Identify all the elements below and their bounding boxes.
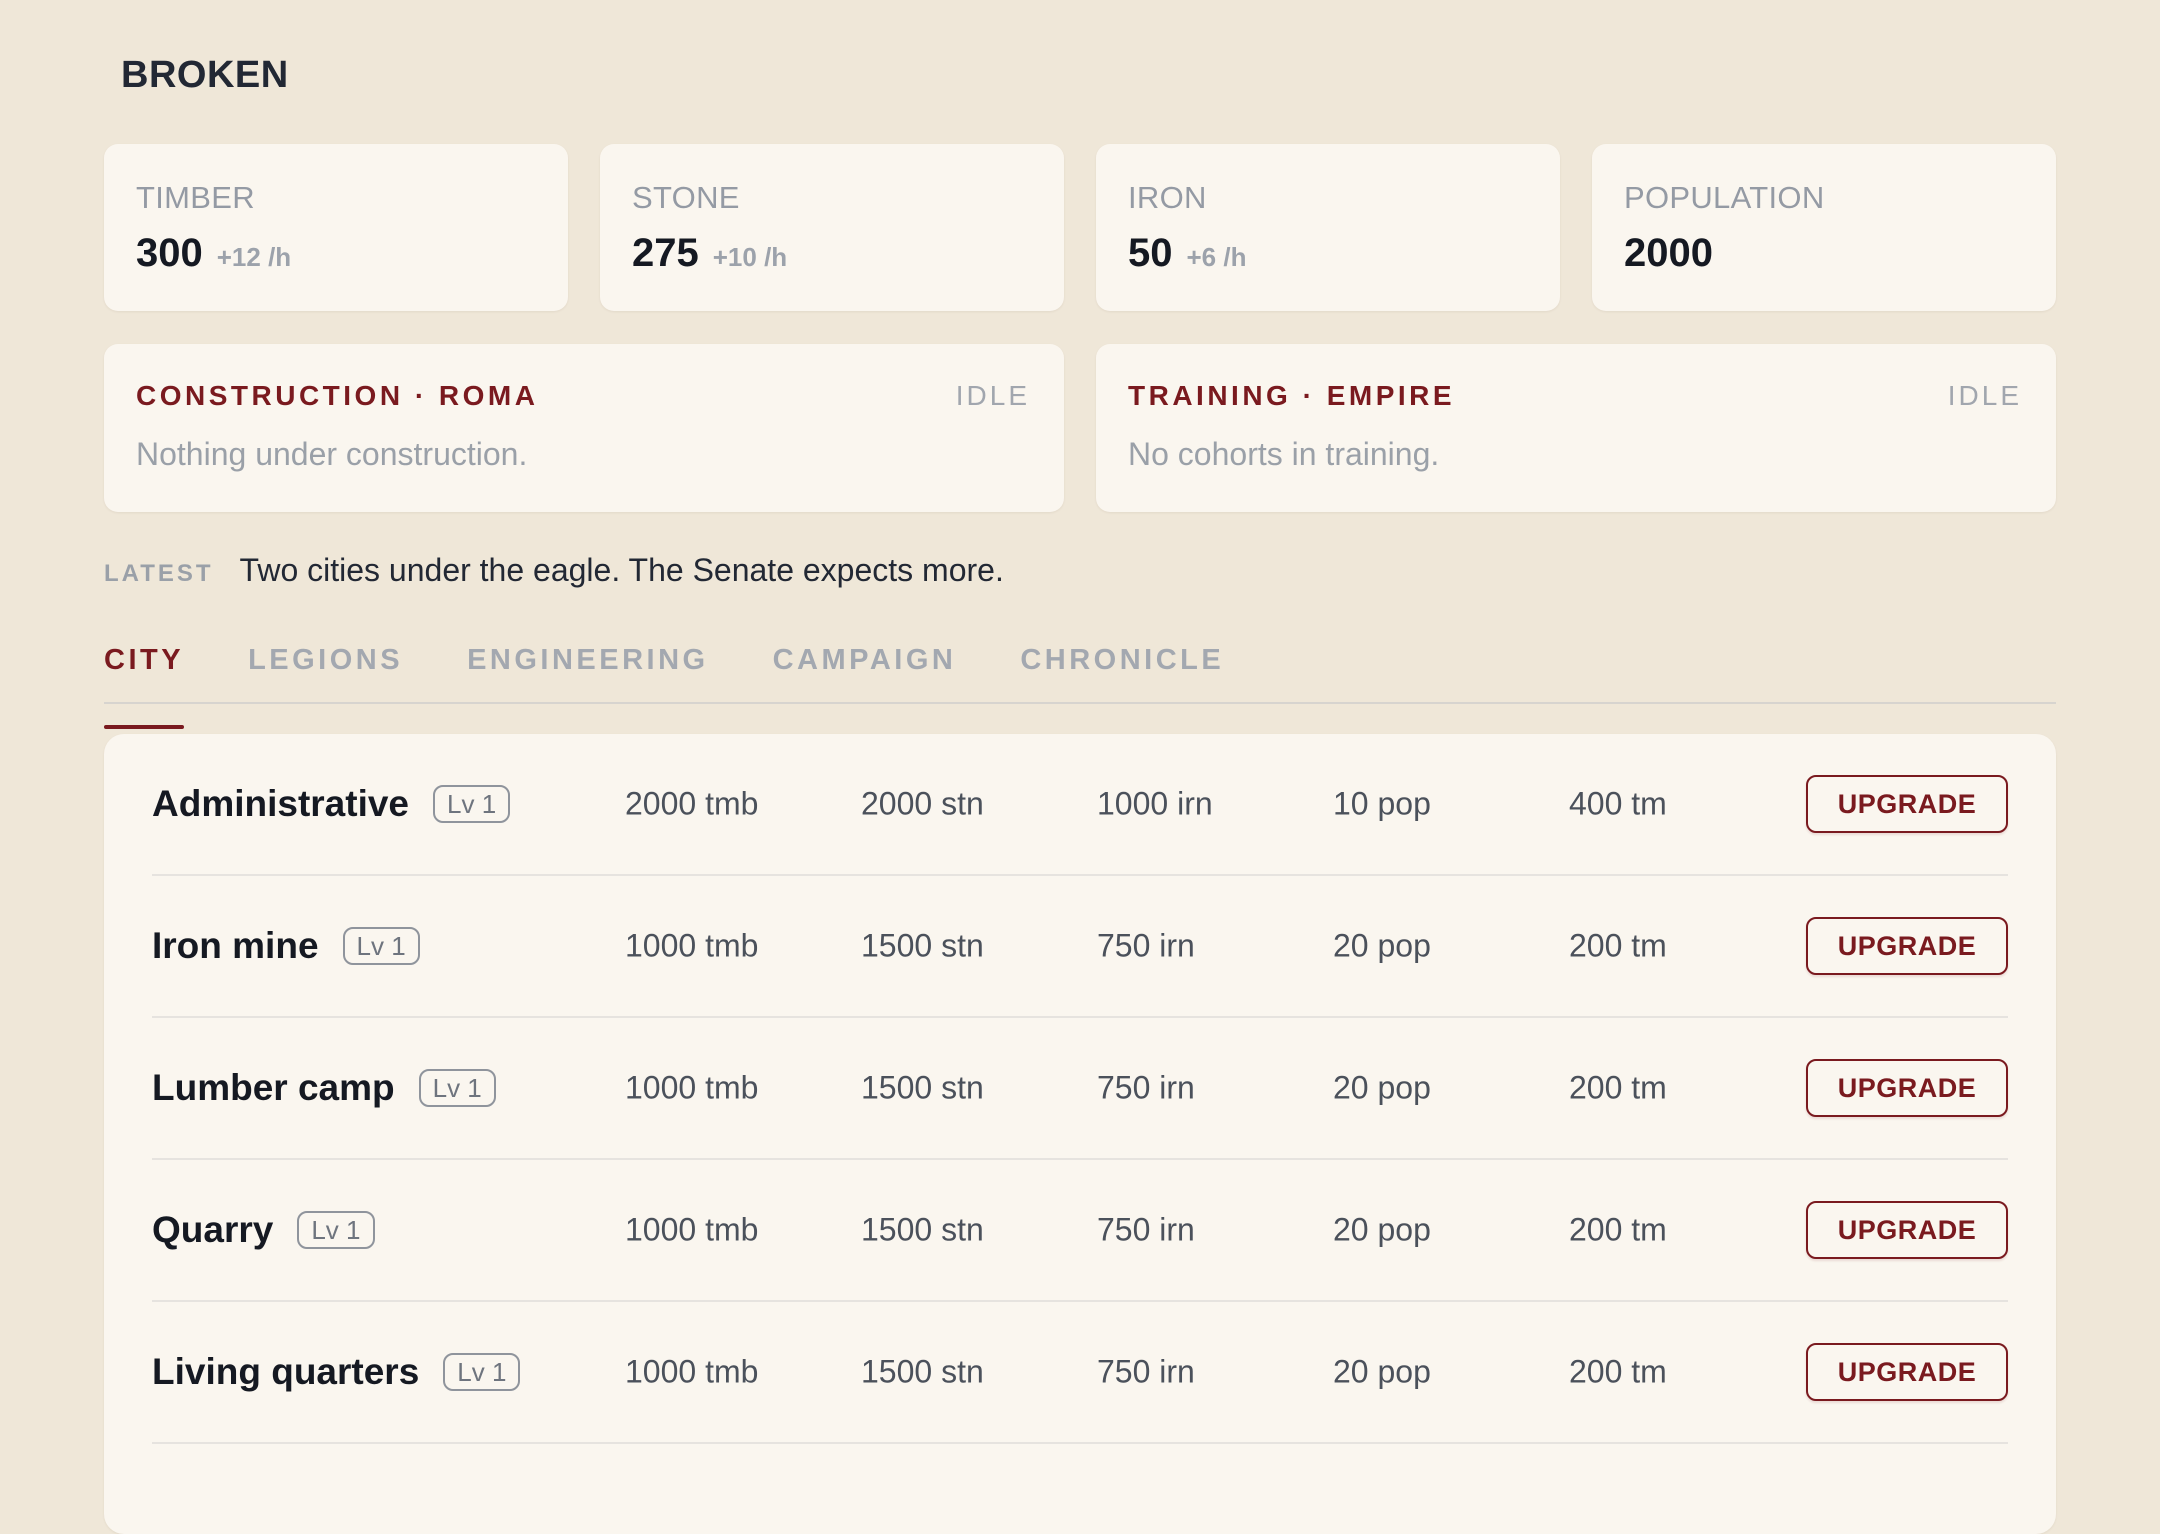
upgrade-button[interactable]: UPGRADE [1806, 917, 2008, 975]
resource-bar: TIMBER 300 +12 /h STONE 275 +10 /h IRON 50… [104, 144, 2056, 311]
latest-text: Two cities under the eagle. The Senate e… [239, 552, 1004, 588]
training-queue-title: TRAINING · EMPIRE [1128, 380, 1456, 411]
cost-stone: 1500 stn [861, 1211, 984, 1248]
resource-label: STONE [632, 180, 740, 215]
level-badge: Lv 1 [418, 1069, 496, 1107]
building-row-lumber-camp: Lumber camp Lv 1 1000 tmb 1500 stn 750 i… [152, 1018, 2008, 1160]
cost-stone: 1500 stn [861, 1353, 984, 1390]
resource-value: 300 [136, 231, 203, 275]
resource-value: 275 [632, 231, 699, 275]
resource-card-stone: STONE 275 +10 /h [600, 144, 1064, 311]
upgrade-button[interactable]: UPGRADE [1806, 1343, 2008, 1401]
level-badge: Lv 1 [433, 785, 511, 823]
resource-rate: +6 /h [1186, 242, 1247, 272]
building-name: Quarry [152, 1209, 274, 1250]
building-name: Lumber camp [152, 1067, 395, 1108]
building-name: Iron mine [152, 925, 319, 966]
resource-label: TIMBER [136, 180, 255, 215]
resource-card-iron: IRON 50 +6 /h [1096, 144, 1560, 311]
cost-population: 20 pop [1333, 1211, 1431, 1248]
building-row-administrative: Administrative Lv 1 2000 tmb 2000 stn 10… [152, 734, 2008, 876]
tab-engineering[interactable]: ENGINEERING [467, 640, 709, 702]
build-time: 400 tm [1569, 785, 1667, 822]
level-badge: Lv 1 [443, 1353, 521, 1391]
cost-stone: 1500 stn [861, 1069, 984, 1106]
construction-status: IDLE [955, 380, 1030, 411]
cost-timber: 2000 tmb [625, 785, 759, 822]
build-time: 200 tm [1569, 1211, 1667, 1248]
tab-campaign[interactable]: CAMPAIGN [773, 640, 957, 702]
tab-chronicle[interactable]: CHRONICLE [1020, 640, 1224, 702]
upgrade-button[interactable]: UPGRADE [1806, 1059, 2008, 1117]
training-queue: TRAINING · EMPIRE IDLE No cohorts in tra… [1096, 344, 2056, 512]
cost-stone: 2000 stn [861, 785, 984, 822]
building-name: Administrative [152, 783, 410, 824]
cost-iron: 1000 irn [1097, 785, 1213, 822]
resource-label: POPULATION [1624, 180, 1825, 215]
cost-population: 20 pop [1333, 927, 1431, 964]
tab-bar: CITY LEGIONS ENGINEERING CAMPAIGN CHRONI… [104, 640, 2056, 729]
latest-label: LATEST [104, 560, 214, 587]
build-time: 200 tm [1569, 1069, 1667, 1106]
construction-queue: CONSTRUCTION · ROMA IDLE Nothing under c… [104, 344, 1064, 512]
cost-iron: 750 irn [1097, 1353, 1195, 1390]
resource-value: 50 [1128, 231, 1173, 275]
building-row-living-quarters: Living quarters Lv 1 1000 tmb 1500 stn 7… [152, 1302, 2008, 1444]
construction-message: Nothing under construction. [136, 436, 528, 472]
cost-timber: 1000 tmb [625, 1069, 759, 1106]
resource-rate: +12 /h [216, 242, 292, 272]
resource-rate: +10 /h [712, 242, 788, 272]
cost-iron: 750 irn [1097, 1069, 1195, 1106]
building-name: Living quarters [152, 1351, 420, 1392]
cost-population: 10 pop [1333, 785, 1431, 822]
resource-card-population: POPULATION 2000 [1592, 144, 2056, 311]
level-badge: Lv 1 [342, 927, 420, 965]
tab-legions[interactable]: LEGIONS [248, 640, 403, 702]
latest-news: LATEST Two cities under the eagle. The S… [104, 552, 1004, 589]
cost-iron: 750 irn [1097, 1211, 1195, 1248]
cost-stone: 1500 stn [861, 927, 984, 964]
construction-queue-title: CONSTRUCTION · ROMA [136, 380, 539, 411]
building-row-iron-mine: Iron mine Lv 1 1000 tmb 1500 stn 750 irn… [152, 876, 2008, 1018]
cost-iron: 750 irn [1097, 927, 1195, 964]
queue-panels: CONSTRUCTION · ROMA IDLE Nothing under c… [104, 344, 2056, 512]
app-title: BROKEN [121, 54, 289, 96]
resource-card-timber: TIMBER 300 +12 /h [104, 144, 568, 311]
training-message: No cohorts in training. [1128, 436, 1440, 472]
cost-timber: 1000 tmb [625, 1211, 759, 1248]
upgrade-button[interactable]: UPGRADE [1806, 775, 2008, 833]
building-row-quarry: Quarry Lv 1 1000 tmb 1500 stn 750 irn 20… [152, 1160, 2008, 1302]
cost-timber: 1000 tmb [625, 1353, 759, 1390]
upgrade-button[interactable]: UPGRADE [1806, 1201, 2008, 1259]
cost-population: 20 pop [1333, 1069, 1431, 1106]
resource-value: 2000 [1624, 231, 1713, 275]
build-time: 200 tm [1569, 927, 1667, 964]
buildings-list: Administrative Lv 1 2000 tmb 2000 stn 10… [104, 734, 2056, 1534]
cost-timber: 1000 tmb [625, 927, 759, 964]
cost-population: 20 pop [1333, 1353, 1431, 1390]
build-time: 200 tm [1569, 1353, 1667, 1390]
resource-label: IRON [1128, 180, 1207, 215]
training-status: IDLE [1947, 380, 2022, 411]
level-badge: Lv 1 [297, 1211, 375, 1249]
tab-city[interactable]: CITY [104, 640, 185, 729]
